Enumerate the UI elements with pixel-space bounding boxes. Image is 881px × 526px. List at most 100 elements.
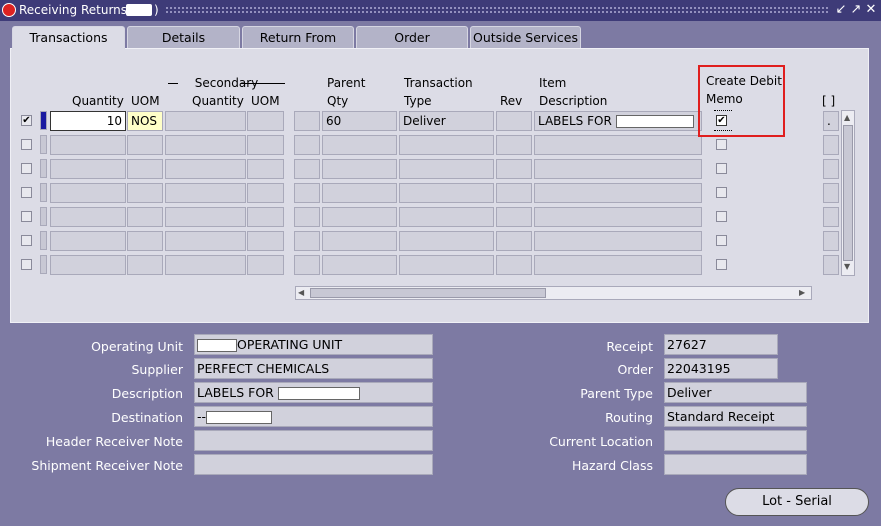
horizontal-scrollbar[interactable]: ◀ ▶: [295, 286, 812, 300]
grid-cell[interactable]: [534, 255, 702, 275]
lot-serial-button[interactable]: Lot - Serial: [725, 488, 869, 516]
vertical-scroll-thumb[interactable]: [843, 125, 853, 261]
grid-cell[interactable]: [50, 159, 126, 179]
grid-cell[interactable]: [165, 159, 246, 179]
grid-cell[interactable]: [127, 207, 163, 227]
rev-field[interactable]: [496, 111, 532, 131]
transaction-type-field[interactable]: Deliver: [399, 111, 494, 131]
grid-cell[interactable]: [399, 231, 494, 251]
row-select-checkbox[interactable]: ✔: [21, 115, 32, 126]
grid-cell[interactable]: [322, 135, 397, 155]
grid-cell[interactable]: [496, 135, 532, 155]
record-indicator[interactable]: [40, 159, 47, 178]
grid-cell[interactable]: [496, 255, 532, 275]
horizontal-scroll-thumb[interactable]: [310, 288, 546, 298]
grid-cell[interactable]: [322, 231, 397, 251]
grid-cell[interactable]: [294, 135, 320, 155]
grid-cell[interactable]: [247, 183, 284, 203]
grid-cell[interactable]: [399, 159, 494, 179]
description-field[interactable]: LABELS FOR: [194, 382, 433, 403]
grid-cell[interactable]: [534, 135, 702, 155]
grid-cell[interactable]: [165, 207, 246, 227]
grid-cell[interactable]: [399, 183, 494, 203]
grid-cell[interactable]: [165, 255, 246, 275]
create-debit-memo-checkbox[interactable]: [716, 259, 727, 270]
secondary-quantity-field[interactable]: [165, 111, 246, 131]
grid-cell[interactable]: [496, 183, 532, 203]
grid-cell[interactable]: [496, 207, 532, 227]
grid-cell[interactable]: [823, 255, 839, 275]
quantity-field[interactable]: 10: [50, 111, 126, 131]
row-select-checkbox[interactable]: [21, 187, 32, 198]
scroll-left-icon[interactable]: ◀: [298, 287, 304, 299]
grid-cell[interactable]: [50, 207, 126, 227]
parent-type-field[interactable]: Deliver: [664, 382, 807, 403]
grid-cell[interactable]: [50, 183, 126, 203]
row-select-checkbox[interactable]: [21, 211, 32, 222]
grid-cell[interactable]: [399, 207, 494, 227]
grid-cell[interactable]: [127, 159, 163, 179]
order-field[interactable]: 22043195: [664, 358, 778, 379]
record-indicator[interactable]: [40, 135, 47, 154]
grid-cell[interactable]: [247, 207, 284, 227]
grid-cell[interactable]: [127, 255, 163, 275]
grid-cell[interactable]: [823, 183, 839, 203]
close-icon[interactable]: ✕: [864, 2, 878, 17]
grid-cell[interactable]: [399, 135, 494, 155]
create-debit-memo-checkbox[interactable]: [716, 211, 727, 222]
current-record-indicator[interactable]: [40, 111, 47, 130]
grid-cell[interactable]: [322, 207, 397, 227]
record-indicator[interactable]: [40, 207, 47, 226]
grid-cell[interactable]: [534, 183, 702, 203]
record-indicator[interactable]: [40, 183, 47, 202]
record-indicator[interactable]: [40, 231, 47, 250]
flexfield-cell[interactable]: .: [823, 111, 839, 131]
row-select-checkbox[interactable]: [21, 139, 32, 150]
grid-cell[interactable]: [322, 159, 397, 179]
grid-cell[interactable]: [294, 207, 320, 227]
grid-cell[interactable]: [127, 183, 163, 203]
grid-cell[interactable]: [294, 231, 320, 251]
grid-cell[interactable]: [50, 255, 126, 275]
create-debit-memo-checkbox[interactable]: [716, 139, 727, 150]
grid-cell[interactable]: [496, 231, 532, 251]
tab-order-information[interactable]: Order Information: [356, 26, 468, 67]
create-debit-memo-checkbox[interactable]: [716, 187, 727, 198]
row-select-checkbox[interactable]: [21, 259, 32, 270]
grid-cell[interactable]: [294, 183, 320, 203]
create-debit-memo-checkbox[interactable]: [716, 235, 727, 246]
uom-field[interactable]: NOS: [127, 111, 163, 131]
scroll-right-icon[interactable]: ▶: [799, 287, 805, 299]
grid-cell[interactable]: [534, 207, 702, 227]
grid-cell[interactable]: [322, 255, 397, 275]
grid-cell[interactable]: [823, 231, 839, 251]
tab-details[interactable]: Details: [127, 26, 240, 48]
grid-cell[interactable]: [165, 231, 246, 251]
grid-cell[interactable]: [399, 255, 494, 275]
operating-unit-field[interactable]: OPERATING UNIT: [194, 334, 433, 355]
header-receiver-note-field[interactable]: [194, 430, 433, 451]
item-description-field[interactable]: LABELS FOR: [534, 111, 702, 131]
grid-cell[interactable]: [823, 159, 839, 179]
grid-cell[interactable]: [247, 135, 284, 155]
scroll-down-icon[interactable]: ▼: [844, 261, 850, 273]
flexfield-header[interactable]: [ ]: [822, 94, 835, 108]
supplier-field[interactable]: PERFECT CHEMICALS: [194, 358, 433, 379]
receipt-field[interactable]: 27627: [664, 334, 778, 355]
tab-transactions[interactable]: Transactions: [12, 26, 125, 49]
grid-cell[interactable]: [127, 231, 163, 251]
grid-cell[interactable]: [50, 135, 126, 155]
grid-cell[interactable]: [247, 255, 284, 275]
grid-cell[interactable]: [247, 159, 284, 179]
row-select-checkbox[interactable]: [21, 235, 32, 246]
scroll-up-icon[interactable]: ▲: [844, 112, 850, 124]
vertical-scrollbar[interactable]: ▲ ▼: [841, 110, 855, 276]
routing-field[interactable]: Standard Receipt: [664, 406, 807, 427]
record-indicator[interactable]: [40, 255, 47, 274]
create-debit-memo-checkbox[interactable]: [716, 163, 727, 174]
current-location-field[interactable]: [664, 430, 807, 451]
grid-cell[interactable]: [534, 231, 702, 251]
grid-cell[interactable]: [165, 183, 246, 203]
tab-return-from[interactable]: Return From: [242, 26, 354, 48]
destination-field[interactable]: --: [194, 406, 433, 427]
